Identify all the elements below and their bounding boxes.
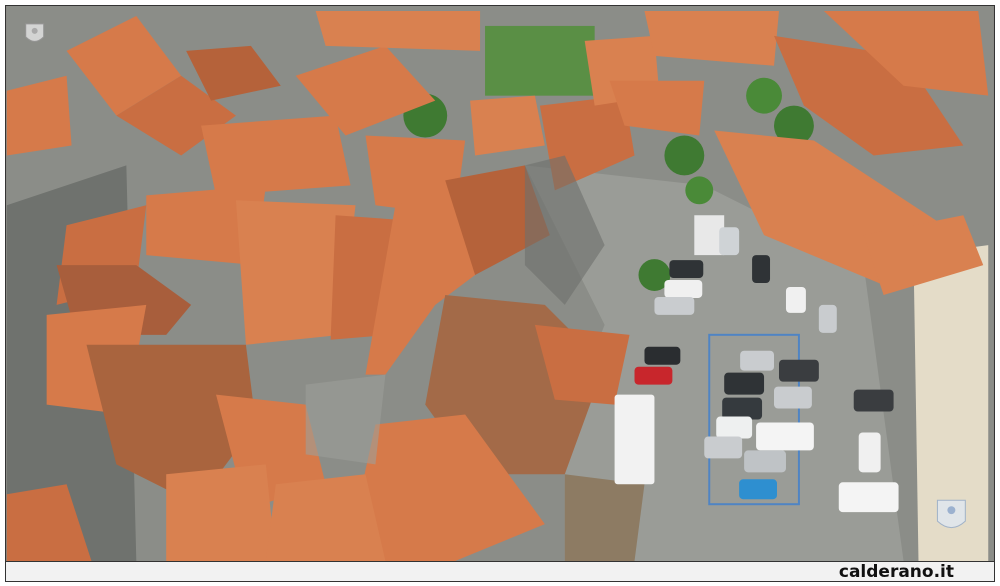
town-crest-logo: [25, 23, 45, 42]
roof: [315, 10, 481, 51]
town-crest-logo-faded: [936, 499, 966, 529]
garden: [485, 25, 595, 96]
tree: [664, 135, 705, 176]
caption-bar: calderano.it: [5, 562, 995, 582]
courtyard: [305, 374, 386, 465]
roof: [564, 474, 645, 561]
roof: [166, 464, 276, 561]
aerial-scene: [6, 6, 994, 561]
roof: [265, 474, 386, 561]
roof: [201, 115, 351, 196]
watermark-caption: calderano.it: [838, 562, 954, 582]
tree: [685, 176, 714, 205]
tree: [746, 77, 782, 114]
aerial-photo: [5, 5, 995, 562]
roof: [470, 95, 545, 156]
